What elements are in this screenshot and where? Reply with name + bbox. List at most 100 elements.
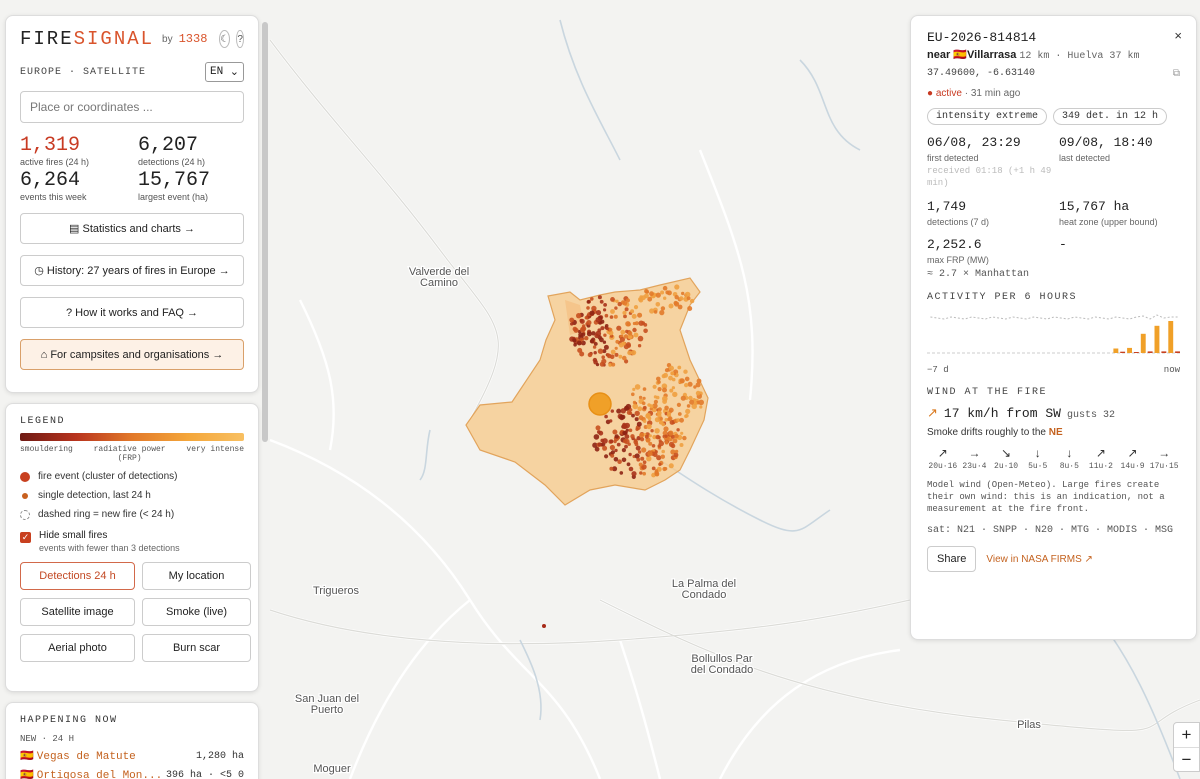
aerial-photo-button[interactable]: Aerial photo	[20, 634, 135, 662]
activity-bar	[1147, 351, 1153, 353]
detection-dot	[633, 305, 639, 310]
detection-dot	[598, 430, 604, 436]
wind-direction-icon: →	[1158, 446, 1171, 460]
detection-dot	[638, 415, 644, 421]
detection-dot	[616, 442, 621, 447]
detection-dot	[593, 342, 598, 346]
burn-scar-button[interactable]: Burn scar	[142, 634, 251, 662]
close-icon[interactable]: ×	[1174, 28, 1182, 43]
help-icon[interactable]: ?	[236, 30, 244, 48]
event-coordinates: 37.49600, -6.63140	[927, 68, 1036, 79]
detection-dot	[693, 401, 698, 406]
satellite-image-button[interactable]: Satellite image	[20, 598, 135, 626]
place-trigueros: Trigueros	[313, 585, 360, 597]
checkbox-checked-icon[interactable]: ✓	[20, 532, 31, 543]
hide-small-fires-toggle[interactable]: ✓ Hide small fires events with fewer than…	[20, 530, 244, 553]
list-item[interactable]: 🇪🇸 Vegas de Matute 1,280 ha	[20, 749, 244, 763]
detection-dot	[635, 445, 641, 451]
faq-button[interactable]: ? How it works and FAQ →	[20, 297, 244, 328]
detection-dot	[684, 376, 690, 382]
detection-dot	[632, 403, 638, 410]
detection-dot	[595, 363, 600, 367]
wind-direction-icon: ↘	[1001, 446, 1012, 460]
logo[interactable]: FIRESIGNAL	[20, 28, 154, 50]
detections-7d: 1,749 detections (7 d)	[927, 199, 990, 227]
detection-dot	[586, 320, 592, 326]
detection-dot	[684, 291, 691, 298]
detection-dot	[619, 471, 624, 475]
history-button[interactable]: ◷ History: 27 years of fires in Europe →	[20, 255, 244, 286]
smoke-live-button[interactable]: Smoke (live)	[142, 598, 251, 626]
statistics-button[interactable]: ▤ Statistics and charts →	[20, 213, 244, 244]
frp-gradient	[20, 433, 244, 441]
detection-dot	[579, 318, 585, 324]
detection-dot	[595, 425, 601, 431]
detection-dot	[569, 317, 575, 323]
theme-toggle-icon[interactable]: ☾	[219, 30, 231, 48]
by-link[interactable]: 1338	[179, 32, 208, 46]
place-pilas: Pilas	[1017, 719, 1041, 731]
detection-dot	[623, 405, 630, 411]
nasa-firms-link[interactable]: View in NASA FIRMS ↗	[986, 554, 1093, 565]
main-buttons: ▤ Statistics and charts → ◷ History: 27 …	[20, 213, 244, 370]
detection-dot	[616, 325, 622, 331]
detection-dot	[601, 355, 605, 360]
detection-dot	[666, 411, 671, 416]
detection-dot	[605, 326, 609, 331]
language-select[interactable]: EN ⌄	[205, 62, 244, 82]
detection-dot	[659, 420, 664, 425]
detection-dot	[592, 345, 597, 349]
detection-dot	[677, 365, 682, 370]
detection-dot	[686, 404, 691, 408]
detection-dot	[625, 342, 631, 348]
legend-single-detection: single detection, last 24 h	[20, 490, 244, 501]
zoom-in-button[interactable]: +	[1174, 723, 1199, 747]
detections-24h-button[interactable]: Detections 24 h	[20, 562, 135, 590]
copy-icon[interactable]: ⧉	[1173, 68, 1180, 79]
organisations-button[interactable]: ⌂ For campsites and organisations →	[20, 339, 244, 370]
activity-bar	[1175, 351, 1180, 353]
detection-dot	[594, 446, 600, 452]
detection-dot	[604, 313, 609, 318]
detection-dot	[640, 437, 645, 442]
detection-dot	[632, 327, 637, 333]
detection-dot	[638, 462, 643, 467]
list-item[interactable]: 🇪🇸 Ortigosa del Mon... 396 ha · <5 0	[20, 768, 244, 779]
detection-dot	[627, 331, 633, 336]
detection-dot	[609, 444, 616, 451]
detection-dot	[639, 471, 643, 475]
detection-dot	[573, 343, 577, 347]
panel-scrollbar[interactable]	[262, 22, 268, 442]
detection-dot	[661, 449, 665, 454]
detection-dot	[586, 306, 590, 310]
detection-dot	[614, 434, 619, 439]
detection-dot	[668, 303, 674, 309]
detection-dot	[625, 298, 631, 303]
detection-dot	[641, 401, 646, 406]
place-moguer: Moguer	[313, 763, 351, 775]
detection-dot	[572, 326, 578, 332]
share-button[interactable]: Share	[927, 546, 977, 572]
activity-bar	[1161, 351, 1167, 353]
detection-dot	[642, 387, 647, 391]
detection-dot	[610, 309, 615, 314]
max-frp: 2,252.6 max FRP (MW)	[927, 237, 989, 265]
detection-dot	[677, 412, 682, 416]
detection-dot	[600, 438, 605, 443]
zoom-out-button[interactable]: −	[1174, 747, 1199, 771]
my-location-button[interactable]: My location	[142, 562, 251, 590]
detection-dot	[687, 306, 693, 311]
search-input[interactable]: Place or coordinates ...	[20, 91, 244, 123]
detection-dot	[662, 387, 667, 393]
activity-bar	[1154, 325, 1160, 353]
detection-dot	[646, 456, 652, 462]
detection-dot	[639, 432, 645, 438]
activity-left-label: −7 d	[927, 365, 949, 375]
detection-dot	[674, 433, 679, 439]
detection-dot	[664, 368, 670, 373]
detection-dot	[685, 413, 689, 418]
detection-dot	[615, 339, 620, 344]
activity-title: ACTIVITY PER 6 HOURS	[927, 292, 1078, 303]
detection-dot	[651, 444, 656, 448]
detection-dot	[683, 369, 688, 374]
